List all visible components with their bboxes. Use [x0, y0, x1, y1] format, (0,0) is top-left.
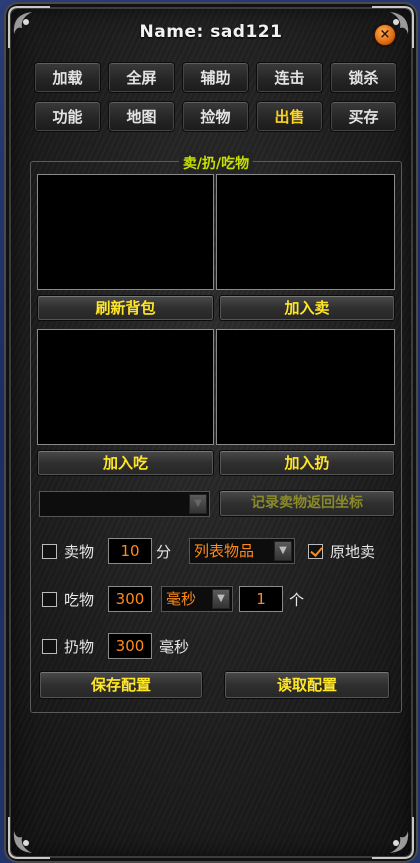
sell-interval-input[interactable]: 10: [108, 538, 152, 564]
tab-pickup[interactable]: 捡物: [182, 101, 249, 132]
sell-mode-select[interactable]: 列表物品 ▼: [189, 538, 295, 564]
sell-in-place-checkbox[interactable]: [308, 544, 323, 559]
eat-unit-value: 毫秒: [166, 590, 197, 608]
chevron-down-icon: ▼: [274, 541, 292, 561]
throw-list[interactable]: [216, 329, 395, 445]
sell-checkbox[interactable]: [42, 544, 57, 559]
save-config-button[interactable]: 保存配置: [39, 671, 203, 699]
throw-checkbox[interactable]: [42, 639, 57, 654]
add-eat-button[interactable]: 加入吃: [37, 450, 214, 476]
corner-ornament-icon: [370, 815, 416, 861]
return-coords-select[interactable]: ▼: [39, 491, 210, 517]
close-button[interactable]: ×: [374, 24, 396, 46]
load-config-button[interactable]: 读取配置: [224, 671, 390, 699]
sell-in-place-label: 原地卖: [330, 543, 376, 561]
throw-interval-unit: 毫秒: [159, 638, 190, 656]
group-title: 卖/扔/吃物: [178, 153, 254, 173]
settings-window: Name: sad121 × 加载 全屏 辅助 连击 锁杀 功能 地图 捡物 出…: [4, 2, 418, 863]
eat-count-unit: 个: [289, 591, 305, 609]
eat-unit-select[interactable]: 毫秒 ▼: [161, 586, 233, 612]
sell-mode-value: 列表物品: [194, 542, 255, 560]
tab-sell[interactable]: 出售: [256, 101, 323, 132]
tab-assist[interactable]: 辅助: [182, 62, 249, 93]
tab-fullscreen[interactable]: 全屏: [108, 62, 175, 93]
tab-load[interactable]: 加载: [34, 62, 101, 93]
sell-throw-eat-group: 卖/扔/吃物 刷新背包 加入卖 加入吃 加入扔 ▼ 记录卖物返回坐标 卖物 10…: [30, 153, 402, 713]
eat-interval-input[interactable]: 300: [108, 586, 152, 612]
tab-functions[interactable]: 功能: [34, 101, 101, 132]
chevron-down-icon: ▼: [212, 589, 230, 609]
tab-lock-kill[interactable]: 锁杀: [330, 62, 397, 93]
chevron-down-icon: ▼: [189, 494, 207, 514]
eat-count-input[interactable]: 1: [239, 586, 283, 612]
refresh-backpack-button[interactable]: 刷新背包: [37, 295, 214, 321]
throw-label: 扔物: [64, 638, 95, 656]
throw-interval-input[interactable]: 300: [108, 633, 152, 659]
corner-ornament-icon: [6, 815, 52, 861]
add-throw-button[interactable]: 加入扔: [219, 450, 395, 476]
tab-combo[interactable]: 连击: [256, 62, 323, 93]
eat-label: 吃物: [64, 591, 95, 609]
record-return-coords-button[interactable]: 记录卖物返回坐标: [219, 490, 395, 517]
sell-interval-unit: 分: [156, 543, 172, 561]
eat-checkbox[interactable]: [42, 592, 57, 607]
window-title: Name: sad121: [139, 22, 283, 42]
backpack-list[interactable]: [37, 174, 214, 290]
sell-list[interactable]: [216, 174, 395, 290]
sell-label: 卖物: [64, 543, 95, 561]
tab-buy-store[interactable]: 买存: [330, 101, 397, 132]
add-sell-button[interactable]: 加入卖: [219, 295, 395, 321]
tab-map[interactable]: 地图: [108, 101, 175, 132]
eat-list[interactable]: [37, 329, 214, 445]
